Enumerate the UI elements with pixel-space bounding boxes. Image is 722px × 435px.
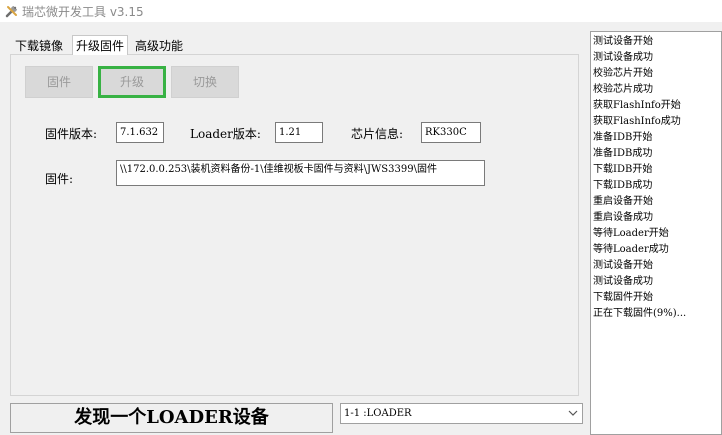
log-line: 重启设备成功 [593, 212, 653, 223]
firmware-label: 固件: [45, 172, 74, 186]
log-line: 准备IDB成功 [593, 148, 653, 159]
log-line: 测试设备成功 [593, 276, 653, 287]
log-line: 获取FlashInfo开始 [593, 100, 681, 111]
log-line: 下载IDB成功 [593, 180, 653, 191]
firmware-button[interactable]: 固件 [25, 66, 93, 98]
loader-version-field: 1.21 [275, 122, 323, 143]
status-message: 发现一个LOADER设备 [10, 403, 333, 433]
chip-info-field: RK330C [421, 122, 481, 143]
log-line: 等待Loader开始 [593, 228, 669, 239]
log-line: 重启设备开始 [593, 196, 653, 207]
tab-upgrade-firmware[interactable]: 升级固件 [72, 35, 129, 55]
device-select-value: 1-1 :LOADER [344, 408, 412, 419]
window-title: 瑞芯微开发工具 v3.15 [22, 5, 144, 19]
log-line: 正在下载固件(9%)... [593, 308, 687, 319]
chip-info-label: 芯片信息: [351, 127, 404, 141]
firmware-path-field[interactable]: \\172.0.0.253\装机资料备份-1\佳维视板卡固件与资料\JWS339… [116, 160, 485, 186]
loader-version-label: Loader版本: [190, 127, 261, 141]
log-line: 测试设备成功 [593, 52, 653, 63]
log-line: 校验芯片成功 [593, 84, 653, 95]
firmware-version-field: 7.1.632 [116, 122, 164, 143]
log-line: 下载固件开始 [593, 292, 653, 303]
tab-advanced[interactable]: 高级功能 [132, 36, 186, 56]
log-line: 校验芯片开始 [593, 68, 653, 79]
chevron-down-icon[interactable] [567, 407, 579, 419]
upgrade-firmware-panel: 固件 升级 切换 固件版本: 7.1.632 Loader版本: 1.21 芯片… [10, 54, 579, 396]
tools-icon [5, 6, 17, 18]
log-line: 获取FlashInfo成功 [593, 116, 681, 127]
upgrade-button[interactable]: 升级 [98, 66, 166, 98]
switch-button[interactable]: 切换 [171, 66, 239, 98]
device-select[interactable]: 1-1 :LOADER [340, 403, 583, 424]
log-line: 下载IDB开始 [593, 164, 653, 175]
log-line: 测试设备开始 [593, 36, 653, 47]
log-panel[interactable]: 测试设备开始 测试设备成功 校验芯片开始 校验芯片成功 获取FlashInfo开… [590, 31, 722, 435]
log-line: 等待Loader成功 [593, 244, 669, 255]
log-line: 测试设备开始 [593, 260, 653, 271]
title-bar: 瑞芯微开发工具 v3.15 [0, 0, 722, 22]
log-line: 准备IDB开始 [593, 132, 653, 143]
firmware-version-label: 固件版本: [45, 127, 98, 141]
tab-download-image[interactable]: 下载镜像 [12, 36, 66, 56]
